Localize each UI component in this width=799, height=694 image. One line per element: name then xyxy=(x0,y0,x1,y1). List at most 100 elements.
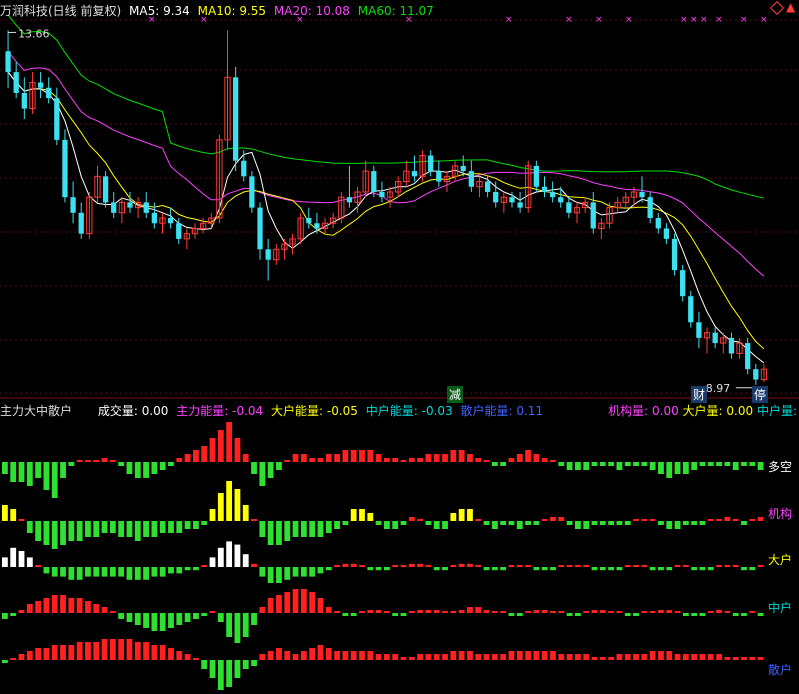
indicator-bar-jigou xyxy=(599,521,606,525)
indicator-bar-sanhu xyxy=(359,651,365,660)
indicator-bar-dahu xyxy=(101,567,108,577)
indicator-bar-zhonghu xyxy=(334,611,340,613)
indicator-bar-zhonghu xyxy=(101,607,108,613)
indicator-bar-jigou xyxy=(691,521,698,525)
indicator-bar-sanhu xyxy=(550,651,556,660)
candle-body xyxy=(346,197,353,203)
indicator-bar-zhonghu xyxy=(201,613,208,616)
indicator-bar-jigou xyxy=(334,521,340,529)
indicator-bar-dahu xyxy=(151,567,158,577)
indicator-bar-jigou xyxy=(109,521,116,533)
indicator-bar-dahu xyxy=(716,565,722,567)
candle-body xyxy=(436,171,442,182)
indicator-bar-jigou xyxy=(541,519,548,521)
indicator-bar-sanhu xyxy=(109,639,116,660)
indicator-bar-zhonghu xyxy=(624,613,631,616)
indicator-bar-sanhu xyxy=(516,651,523,660)
ma10-label: MA10: 9.55 xyxy=(197,4,267,18)
indicator-bar-dahu xyxy=(292,567,299,577)
signal-x-marker: × xyxy=(625,15,633,25)
indicator-bar-dahu xyxy=(317,567,324,574)
indicator-bar-zhonghu xyxy=(284,592,291,613)
indicator-bar-zhonghu xyxy=(741,613,747,616)
indicator-bar-sanhu xyxy=(259,654,266,660)
candle-body xyxy=(712,332,718,344)
indicator-bar-zhonghu xyxy=(126,613,133,622)
indicator-bar-duokong xyxy=(649,462,656,470)
indicator-bar-dahu xyxy=(176,567,183,574)
candle-body xyxy=(143,202,149,213)
indicator-bar-sanhu xyxy=(558,654,565,660)
candle-body xyxy=(671,238,678,271)
indicator-bar-sanhu xyxy=(583,654,590,660)
indicator-bar-duokong xyxy=(699,462,706,466)
indicator-bar-zhonghu xyxy=(591,610,598,613)
indicator-bar-sanhu xyxy=(599,657,606,660)
indicator-bar-sanhu xyxy=(76,642,83,660)
indicator-bar-dahu xyxy=(757,565,764,567)
indicator-bar-dahu xyxy=(467,563,473,567)
indicator-bar-dahu xyxy=(583,565,590,567)
indicator-bar-jigou xyxy=(267,521,274,545)
indicator-bar-duokong xyxy=(126,462,133,474)
indicator-bar-jigou xyxy=(51,521,58,549)
indicator-bar-jigou xyxy=(217,493,224,521)
indicator-bar-sanhu xyxy=(234,660,241,678)
indicator-bar-dahu xyxy=(483,567,490,571)
indicator-bar-duokong xyxy=(707,462,714,466)
indicator-bar-dahu xyxy=(134,567,141,580)
indicator-bar-jigou xyxy=(10,509,17,521)
inst-vol-label: 机构量: 0.00 xyxy=(608,404,679,418)
indicator-bar-duokong xyxy=(566,462,573,470)
indicator-bar-jigou xyxy=(350,509,357,521)
indicator-bar-jigou xyxy=(749,519,756,521)
candle-body xyxy=(241,160,247,177)
indicator-bar-duokong xyxy=(60,462,66,478)
indicator-bar-dahu xyxy=(184,567,191,571)
indicator-bar-zhonghu xyxy=(93,604,100,613)
indicator-bar-zhonghu xyxy=(226,613,233,637)
indicator-bar-jigou xyxy=(707,519,714,521)
indicator-bar-sanhu xyxy=(43,648,50,660)
indicator-bar-sanhu xyxy=(682,654,689,660)
indicator-bar-zhonghu xyxy=(159,613,166,631)
indicator-bar-jigou xyxy=(666,521,673,529)
candle-body xyxy=(5,51,11,73)
indicator-bar-dahu xyxy=(541,567,548,571)
indicator-bar-sanhu xyxy=(541,651,548,660)
indicator-bar-dahu xyxy=(126,567,133,580)
indicator-bar-dahu xyxy=(566,565,573,567)
indicator-bar-duokong xyxy=(458,450,465,462)
indicator-bar-dahu xyxy=(10,547,17,567)
ma60-label: MA60: 11.07 xyxy=(357,4,434,18)
indicator-bar-dahu xyxy=(732,565,739,567)
marker-ting: 停 xyxy=(752,386,769,403)
indicator-bar-duokong xyxy=(134,462,141,478)
label-sanhu: 散户 xyxy=(768,663,793,677)
indicator-bar-jigou xyxy=(682,521,689,525)
indicator-bar-zhonghu xyxy=(251,613,257,625)
indicator-bar-jigou xyxy=(242,505,249,521)
candle-body xyxy=(46,87,52,99)
indicator-bar-zhonghu xyxy=(359,611,365,613)
indicator-bar-zhonghu xyxy=(583,611,590,613)
indicator-bar-sanhu xyxy=(433,654,440,660)
indicator-bar-sanhu xyxy=(483,654,490,660)
indicator-bar-sanhu xyxy=(408,657,415,660)
corner-arrow-icon[interactable]: ▲ xyxy=(786,0,795,14)
candle-body xyxy=(484,181,491,192)
price-header: 万润科技(日线 前复权) MA5: 9.34 MA10: 9.55 MA20: … xyxy=(0,2,438,19)
indicator-bar-sanhu xyxy=(384,654,390,660)
chart-svg: 13.668.97× × × × × × × × × × × × × × xyxy=(0,14,799,690)
indicator-bar-sanhu xyxy=(68,645,75,660)
indicator-bar-jigou xyxy=(757,517,764,521)
indicator-bar-dahu xyxy=(599,567,606,571)
indicator-bar-sanhu xyxy=(624,654,631,660)
indicator-bar-duokong xyxy=(350,450,357,462)
indicator-bar-zhonghu xyxy=(134,613,141,625)
indicator-bar-sanhu xyxy=(425,654,432,660)
indicator-bar-duokong xyxy=(367,450,374,462)
indicator-bar-zhonghu xyxy=(384,611,390,613)
indicator-bar-sanhu xyxy=(633,654,639,660)
indicator-bar-sanhu xyxy=(85,642,91,660)
